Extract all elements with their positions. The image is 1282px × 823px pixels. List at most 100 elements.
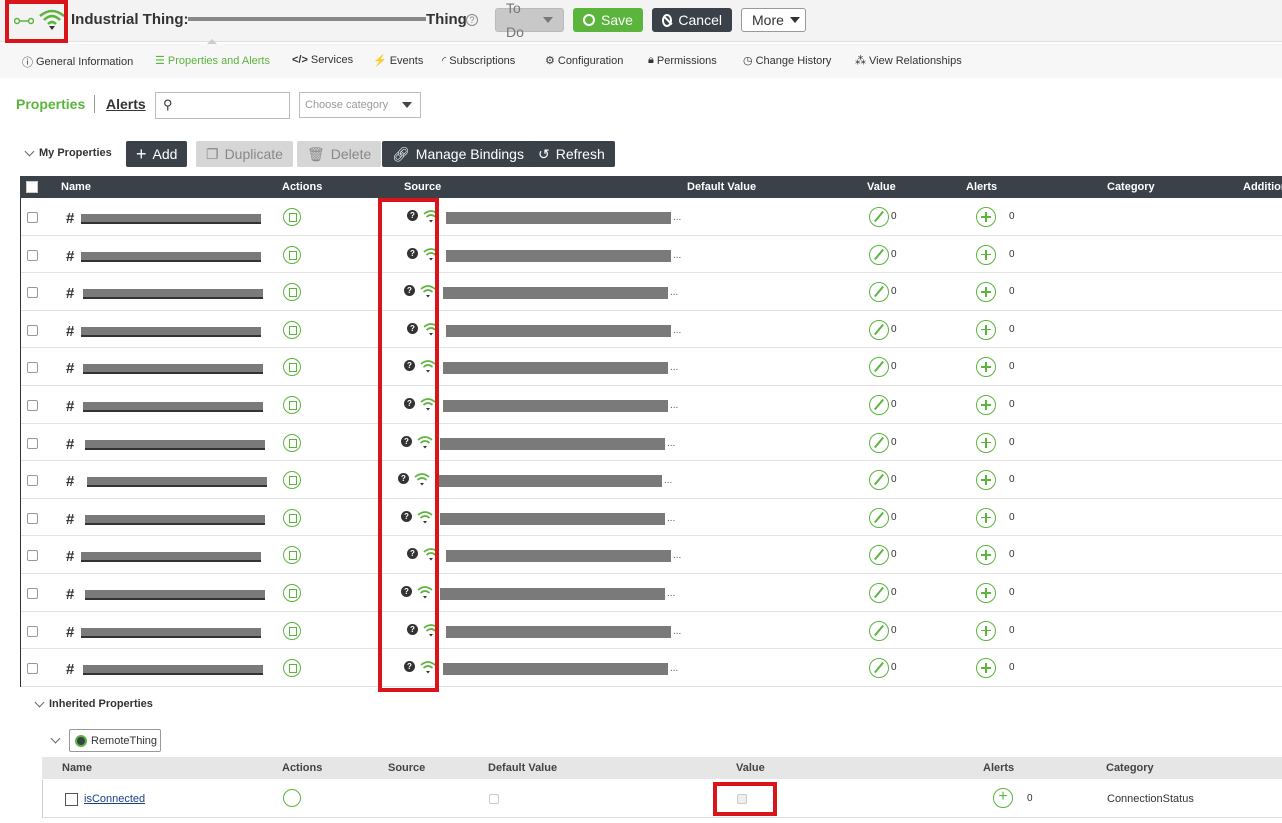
add-alert-icon[interactable] — [976, 319, 996, 340]
chevron-down-icon[interactable] — [50, 733, 61, 744]
row-checkbox[interactable] — [27, 625, 38, 637]
edit-value-icon[interactable] — [869, 507, 889, 528]
refresh-button[interactable]: ↺ Refresh — [528, 141, 615, 167]
property-name-redacted[interactable] — [85, 439, 265, 450]
inherited-properties-toggle[interactable]: Inherited Properties — [34, 697, 153, 710]
property-name-redacted[interactable] — [83, 364, 263, 375]
property-name-redacted[interactable] — [87, 477, 267, 488]
property-name-redacted[interactable] — [83, 665, 263, 676]
col-actions[interactable]: Actions — [282, 762, 322, 774]
add-alert-icon[interactable] — [976, 432, 996, 453]
property-name-redacted[interactable] — [81, 552, 261, 563]
cancel-button[interactable]: Cancel — [652, 8, 732, 32]
table-row[interactable]: #?... 0 0 — [21, 574, 1282, 612]
tab-view-relationships[interactable]: ⁂ View Relationships — [855, 54, 962, 68]
tab-general-information[interactable]: ⓘ General Information — [22, 54, 133, 70]
property-actions-icon[interactable] — [283, 358, 301, 377]
add-alert-icon[interactable] — [976, 583, 996, 603]
help-icon[interactable]: ? — [466, 14, 478, 26]
col-name[interactable]: Name — [62, 762, 92, 774]
edit-value-icon[interactable] — [869, 207, 889, 227]
col-category[interactable]: Category — [1107, 181, 1155, 193]
property-actions-icon[interactable] — [283, 283, 301, 302]
col-name[interactable]: Name — [61, 181, 91, 193]
delete-button[interactable]: 🗑︎ Delete — [297, 141, 382, 167]
table-row[interactable]: #?... 0 0 — [21, 461, 1282, 499]
my-properties-toggle[interactable]: My Properties — [24, 146, 112, 159]
table-row[interactable]: #?... 0 0 — [21, 348, 1282, 386]
category-select[interactable]: Choose category — [299, 92, 421, 118]
property-search-input[interactable]: ⚲ — [155, 92, 290, 119]
manage-bindings-button[interactable]: 🔗︎ Manage Bindings — [382, 141, 534, 167]
table-row[interactable]: #?... 0 0 — [21, 612, 1282, 650]
col-alerts[interactable]: Alerts — [983, 762, 1014, 774]
duplicate-button[interactable]: ❐ Duplicate — [196, 141, 293, 167]
row-checkbox[interactable] — [27, 400, 38, 411]
tab-permissions[interactable]: 🔒︎ Permissions — [648, 54, 717, 67]
tab-change-history[interactable]: ◷ Change History — [743, 54, 831, 68]
property-name-link[interactable]: isConnected — [84, 793, 145, 805]
property-name-redacted[interactable] — [81, 251, 261, 262]
edit-value-icon[interactable] — [869, 583, 889, 603]
col-alerts[interactable]: Alerts — [966, 181, 997, 193]
property-name-redacted[interactable] — [81, 627, 261, 638]
property-actions-icon[interactable] — [283, 433, 301, 452]
col-additional[interactable]: Addition — [1243, 181, 1282, 193]
property-name-redacted[interactable] — [81, 214, 261, 224]
property-name-redacted[interactable] — [83, 402, 263, 412]
tab-events[interactable]: ⚡ Events — [373, 54, 423, 68]
save-button[interactable]: Save — [573, 8, 643, 32]
add-alert-icon[interactable]: + — [993, 788, 1013, 808]
property-actions-icon[interactable] — [283, 789, 301, 807]
property-actions-icon[interactable] — [283, 245, 301, 264]
col-value[interactable]: Value — [736, 762, 765, 774]
property-actions-icon[interactable] — [283, 208, 301, 226]
table-row[interactable]: isConnected + 0 ConnectionStatus — [42, 780, 1282, 818]
row-checkbox[interactable] — [27, 550, 38, 562]
edit-value-icon[interactable] — [869, 357, 889, 378]
add-alert-icon[interactable] — [976, 545, 996, 566]
add-alert-icon[interactable] — [976, 282, 996, 303]
property-actions-icon[interactable] — [283, 621, 301, 640]
add-alert-icon[interactable] — [976, 620, 996, 641]
add-alert-icon[interactable] — [976, 470, 996, 491]
property-actions-icon[interactable] — [283, 546, 301, 565]
property-name-redacted[interactable] — [81, 326, 261, 337]
row-checkbox[interactable] — [27, 249, 38, 261]
row-checkbox[interactable] — [27, 588, 38, 599]
table-row[interactable]: #?... 0 0 — [21, 236, 1282, 274]
row-checkbox[interactable] — [27, 287, 38, 299]
edit-value-icon[interactable] — [869, 395, 889, 415]
table-row[interactable]: #?... 0 0 — [21, 386, 1282, 424]
table-row[interactable]: #?... 0 0 — [21, 311, 1282, 349]
property-name-redacted[interactable] — [85, 514, 265, 525]
row-checkbox[interactable] — [27, 663, 38, 675]
table-row[interactable]: #?... 0 0 — [21, 198, 1282, 236]
alerts-subtab[interactable]: Alerts — [106, 96, 146, 112]
property-actions-icon[interactable] — [283, 508, 301, 527]
col-source[interactable]: Source — [404, 181, 441, 193]
table-row[interactable]: #?... 0 0 — [21, 499, 1282, 537]
col-default-value[interactable]: Default Value — [687, 181, 756, 193]
row-checkbox[interactable] — [27, 437, 38, 449]
todo-button[interactable]: To Do — [495, 0, 564, 40]
edit-value-icon[interactable] — [869, 244, 889, 265]
edit-value-icon[interactable] — [869, 282, 889, 303]
properties-subtab[interactable]: Properties — [16, 96, 85, 112]
remote-thing-template-chip[interactable]: RemoteThing — [69, 729, 161, 752]
row-checkbox[interactable] — [27, 475, 38, 487]
tab-services[interactable]: </> Services — [292, 54, 353, 66]
col-source[interactable]: Source — [388, 762, 425, 774]
row-checkbox[interactable] — [27, 362, 38, 374]
add-alert-icon[interactable] — [976, 395, 996, 415]
row-checkbox[interactable] — [27, 324, 38, 336]
add-alert-icon[interactable] — [976, 244, 996, 265]
tab-properties-and-alerts[interactable]: ☰ Properties and Alerts — [155, 54, 270, 68]
edit-value-icon[interactable] — [869, 620, 889, 641]
add-button[interactable]: + Add — [126, 141, 188, 167]
col-default-value[interactable]: Default Value — [488, 762, 557, 774]
property-actions-icon[interactable] — [283, 659, 301, 678]
add-alert-icon[interactable] — [976, 357, 996, 378]
edit-value-icon[interactable] — [869, 432, 889, 453]
edit-value-icon[interactable] — [869, 545, 889, 566]
